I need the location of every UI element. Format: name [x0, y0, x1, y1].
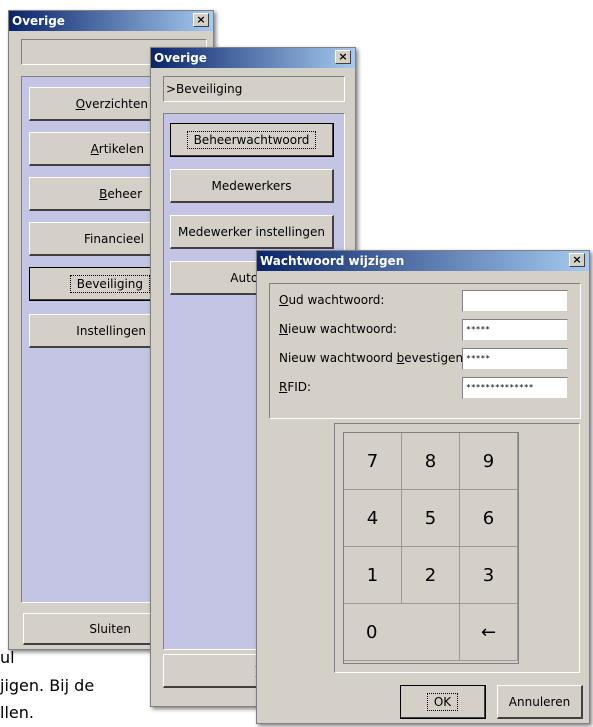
button-label: Beheer [99, 186, 142, 201]
button-label: OK [426, 692, 459, 711]
button-label: Financieel [84, 231, 144, 246]
background-text-line-3: llen. [0, 703, 34, 722]
nieuw-wachtwoord-bevestigen-label: Nieuw wachtwoord bevestigen: [279, 351, 468, 365]
button-label: Sluiten [89, 621, 131, 636]
title-bar: Overige × [151, 48, 355, 68]
dialog-title: Wachtwoord wijzigen [260, 254, 405, 268]
numpad-key-3[interactable]: 3 [460, 547, 518, 604]
button-label: Beveiliging [69, 274, 150, 293]
button-label: Instellingen [76, 323, 146, 338]
numpad-key-7[interactable]: 7 [344, 433, 402, 490]
path-label: >Beveiliging [166, 82, 243, 96]
backspace-icon[interactable]: ← [460, 604, 518, 661]
window-title: Overige [154, 51, 207, 65]
close-icon[interactable]: × [193, 13, 209, 27]
numpad-key-0[interactable]: 0 [344, 604, 460, 661]
close-icon[interactable]: × [569, 253, 585, 267]
button-label: Medewerkers [211, 178, 292, 193]
beheer-button[interactable]: Beheer [29, 177, 154, 211]
instellingen-button[interactable]: Instellingen [29, 314, 154, 348]
numpad-key-8[interactable]: 8 [402, 433, 460, 490]
overzichten-button[interactable]: Overzichten [29, 87, 154, 121]
annuleren-button[interactable]: Annuleren [497, 685, 583, 719]
button-label: Medewerker instellingen [177, 224, 325, 239]
oud-wachtwoord-input[interactable] [462, 290, 568, 312]
wachtwoord-wijzigen-dialog: Wachtwoord wijzigen × Oud wachtwoord: Ni… [256, 250, 590, 724]
title-bar: Wachtwoord wijzigen × [257, 251, 589, 271]
sluiten-button[interactable]: Sluiten [23, 613, 153, 645]
medewerker-instellingen-button[interactable]: Medewerker instellingen [170, 215, 334, 249]
button-label: Annuleren [508, 694, 571, 709]
numpad-key-2[interactable]: 2 [402, 547, 460, 604]
rfid-label: RFID: [279, 380, 312, 394]
background-text-line-1: ul [0, 648, 15, 667]
window-title: Overige [12, 14, 65, 28]
background-text-line-2: jigen. Bij de [0, 676, 95, 695]
close-icon[interactable]: × [335, 50, 351, 64]
nieuw-wachtwoord-input[interactable]: ***** [462, 319, 568, 341]
numpad-key-5[interactable]: 5 [402, 490, 460, 547]
button-label: Overzichten [75, 96, 148, 111]
numpad-key-6[interactable]: 6 [460, 490, 518, 547]
title-bar: Overige × [9, 11, 213, 31]
nieuw-wachtwoord-label: Nieuw wachtwoord: [279, 322, 397, 336]
medewerkers-button[interactable]: Medewerkers [170, 169, 334, 203]
oud-wachtwoord-label: Oud wachtwoord: [279, 293, 385, 307]
beveiliging-button[interactable]: Beveiliging [29, 267, 154, 301]
artikelen-button[interactable]: Artikelen [29, 132, 154, 166]
numpad-key-1[interactable]: 1 [344, 547, 402, 604]
button-label: Artikelen [90, 141, 144, 156]
numpad-key-9[interactable]: 9 [460, 433, 518, 490]
financieel-button[interactable]: Financieel [29, 222, 154, 256]
numpad-key-4[interactable]: 4 [344, 490, 402, 547]
path-field: >Beveiliging [163, 76, 345, 102]
button-label: Beheerwachtwoord [186, 130, 317, 149]
ok-button[interactable]: OK [400, 685, 486, 719]
beheerwachtwoord-button[interactable]: Beheerwachtwoord [170, 123, 334, 157]
numpad: 7 8 9 4 5 6 1 2 3 0 ← [343, 432, 519, 664]
nieuw-wachtwoord-bevestigen-input[interactable]: ***** [462, 348, 568, 370]
rfid-input[interactable]: ************** [462, 377, 568, 399]
